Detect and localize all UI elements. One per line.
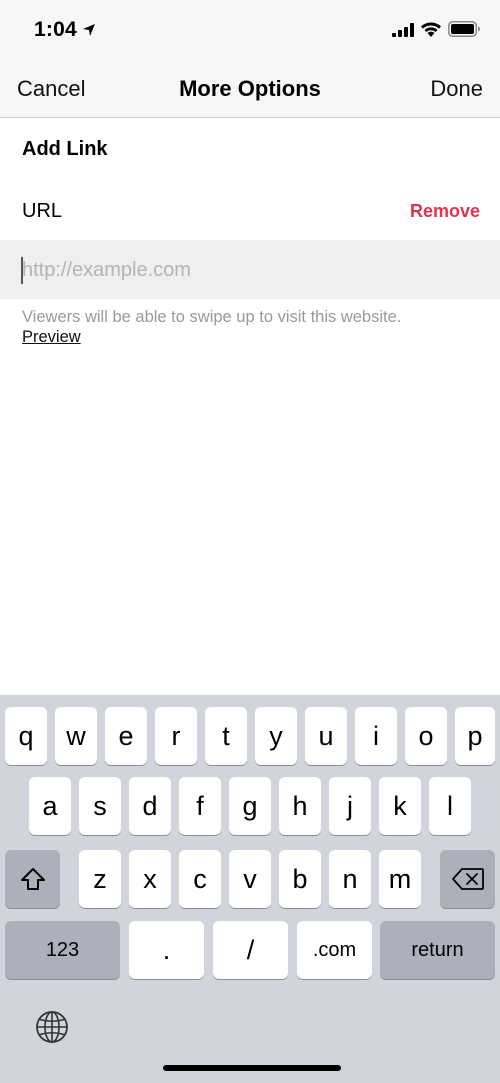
hint-text: Viewers will be able to swipe up to visi… — [22, 308, 402, 326]
key-l[interactable]: l — [429, 777, 471, 835]
shift-icon — [20, 868, 45, 890]
status-time: 1:04 — [34, 18, 77, 41]
key-v[interactable]: v — [229, 850, 271, 908]
return-key[interactable]: return — [380, 921, 495, 979]
text-cursor — [21, 257, 23, 284]
key-e[interactable]: e — [105, 707, 147, 765]
key-slash[interactable]: / — [213, 921, 288, 979]
remove-button[interactable]: Remove — [410, 201, 480, 222]
keyboard: q w e r t y u i o p a s d f g h j k l z … — [0, 695, 500, 1083]
battery-icon — [448, 21, 480, 37]
key-a[interactable]: a — [29, 777, 71, 835]
key-i[interactable]: i — [355, 707, 397, 765]
location-arrow-icon — [83, 24, 95, 36]
key-dot[interactable]: . — [129, 921, 204, 979]
done-button[interactable]: Done — [430, 76, 483, 102]
cancel-button[interactable]: Cancel — [17, 76, 85, 102]
key-w[interactable]: w — [55, 707, 97, 765]
url-input[interactable] — [22, 250, 482, 290]
key-o[interactable]: o — [405, 707, 447, 765]
numbers-key[interactable]: 123 — [5, 921, 120, 979]
key-y[interactable]: y — [255, 707, 297, 765]
key-f[interactable]: f — [179, 777, 221, 835]
shift-key[interactable] — [5, 850, 60, 908]
section-title: Add Link — [22, 138, 108, 160]
cellular-signal-icon — [392, 23, 414, 37]
key-x[interactable]: x — [129, 850, 171, 908]
nav-bar: More Options Cancel Done — [0, 62, 500, 118]
key-j[interactable]: j — [329, 777, 371, 835]
key-g[interactable]: g — [229, 777, 271, 835]
key-d[interactable]: d — [129, 777, 171, 835]
url-label: URL — [22, 200, 63, 222]
key-n[interactable]: n — [329, 850, 371, 908]
backspace-icon — [451, 868, 484, 890]
home-indicator — [163, 1065, 341, 1071]
key-p[interactable]: p — [455, 707, 495, 765]
key-h[interactable]: h — [279, 777, 321, 835]
preview-link[interactable]: Preview — [22, 328, 81, 347]
delete-key[interactable] — [440, 850, 495, 908]
globe-icon[interactable] — [33, 1008, 71, 1046]
status-bar: 1:04 — [0, 0, 500, 62]
url-row: URL Remove — [0, 182, 500, 240]
key-c[interactable]: c — [179, 850, 221, 908]
key-b[interactable]: b — [279, 850, 321, 908]
key-k[interactable]: k — [379, 777, 421, 835]
key-s[interactable]: s — [79, 777, 121, 835]
key-m[interactable]: m — [379, 850, 421, 908]
wifi-icon — [421, 22, 441, 37]
key-z[interactable]: z — [79, 850, 121, 908]
key-q[interactable]: q — [5, 707, 47, 765]
key-t[interactable]: t — [205, 707, 247, 765]
key-u[interactable]: u — [305, 707, 347, 765]
url-field-container — [0, 240, 500, 299]
key-r[interactable]: r — [155, 707, 197, 765]
key-dotcom[interactable]: .com — [297, 921, 372, 979]
